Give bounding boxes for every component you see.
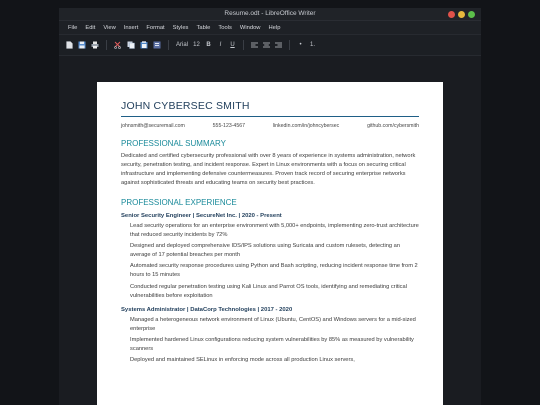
minimize-button[interactable]: [458, 11, 465, 18]
cut-icon[interactable]: [114, 41, 122, 50]
menu-styles[interactable]: Styles: [173, 25, 189, 31]
window-title: Resume.odt - LibreOffice Writer: [224, 10, 316, 17]
job-bullet: Automated security response procedures u…: [130, 263, 418, 279]
menu-insert[interactable]: Insert: [124, 25, 139, 31]
job-title: Systems Administrator | DataCorp Technol…: [121, 306, 293, 313]
menu-edit[interactable]: Edit: [85, 25, 95, 31]
italic-button[interactable]: I: [217, 41, 224, 50]
job-bullet: Deployed and maintained SELinux in enfor…: [130, 356, 355, 363]
paste-icon[interactable]: [140, 41, 148, 50]
menu-view[interactable]: View: [103, 25, 115, 31]
clear-format-icon[interactable]: [153, 41, 161, 50]
underline-button[interactable]: U: [229, 41, 236, 50]
contact-github: github.com/cybersmith: [367, 123, 419, 129]
save-icon[interactable]: [78, 41, 86, 50]
contact-linkedin: linkedin.com/in/johncybersec: [272, 123, 340, 129]
toolbar-separator: [106, 40, 107, 50]
toolbar-separator: [289, 40, 291, 50]
job-bullet: Lead security operations for an enterpri…: [130, 223, 419, 238]
contact-line: johnsmith@securemail.com 555-123-4567 li…: [121, 123, 419, 129]
maximize-button[interactable]: [468, 11, 475, 18]
contact-phone: 555-123-4567: [212, 123, 245, 129]
job-bullet: Conducted regular penetration testing us…: [130, 283, 407, 299]
formatting-toolbar: Arial 12 B I U • 1.: [59, 34, 481, 56]
numbered-list-button[interactable]: 1.: [309, 41, 316, 50]
align-center-icon[interactable]: [263, 41, 271, 50]
new-document-icon[interactable]: [66, 41, 73, 50]
job-bullets: Managed a heterogeneous network environm…: [121, 316, 419, 365]
align-left-icon[interactable]: [251, 41, 259, 50]
toolbar-separator: [168, 40, 169, 50]
menu-tools[interactable]: Tools: [218, 25, 232, 31]
menu-bar: File Edit View Insert Format Styles Tabl…: [59, 21, 481, 34]
document-page[interactable]: JOHN CYBERSEC SMITH johnsmith@securemail…: [97, 82, 443, 405]
close-button[interactable]: [448, 11, 455, 18]
bullet-list-button[interactable]: •: [297, 41, 304, 50]
job-bullet: Managed a heterogeneous network environm…: [130, 316, 416, 332]
job-bullet: Designed and deployed comprehensive IDS/…: [130, 243, 400, 259]
job-bullets: Lead security operations for an enterpri…: [121, 222, 419, 301]
contact-email: johnsmith@securemail.com: [121, 123, 185, 129]
menu-format[interactable]: Format: [146, 25, 164, 31]
menu-table[interactable]: Table: [196, 25, 210, 31]
experience-heading: PROFESSIONAL EXPERIENCE: [121, 198, 237, 207]
title-bar: Resume.odt - LibreOffice Writer: [59, 8, 481, 21]
window-controls: [448, 11, 475, 18]
align-right-icon[interactable]: [275, 41, 283, 50]
summary-text: Dedicated and certified cybersecurity pr…: [121, 153, 416, 186]
resume-name: JOHN CYBERSEC SMITH: [121, 100, 250, 112]
job-bullet: Implemented hardened Linux configuration…: [130, 336, 414, 352]
print-icon[interactable]: [91, 41, 99, 50]
menu-file[interactable]: File: [68, 25, 77, 31]
toolbar-separator: [243, 40, 245, 50]
font-name-box[interactable]: Arial: [176, 41, 188, 50]
job-title: Senior Security Engineer | SecureNet Inc…: [121, 213, 282, 219]
copy-icon[interactable]: [127, 41, 135, 50]
document-area[interactable]: JOHN CYBERSEC SMITH johnsmith@securemail…: [59, 56, 481, 405]
summary-heading: PROFESSIONAL SUMMARY: [121, 139, 226, 148]
font-size-box[interactable]: 12: [193, 41, 200, 50]
menu-help[interactable]: Help: [269, 25, 281, 31]
menu-window[interactable]: Window: [240, 25, 261, 31]
header-rule: [121, 116, 419, 117]
bold-button[interactable]: B: [205, 41, 212, 50]
app-window: Resume.odt - LibreOffice Writer File Edi…: [59, 8, 481, 405]
